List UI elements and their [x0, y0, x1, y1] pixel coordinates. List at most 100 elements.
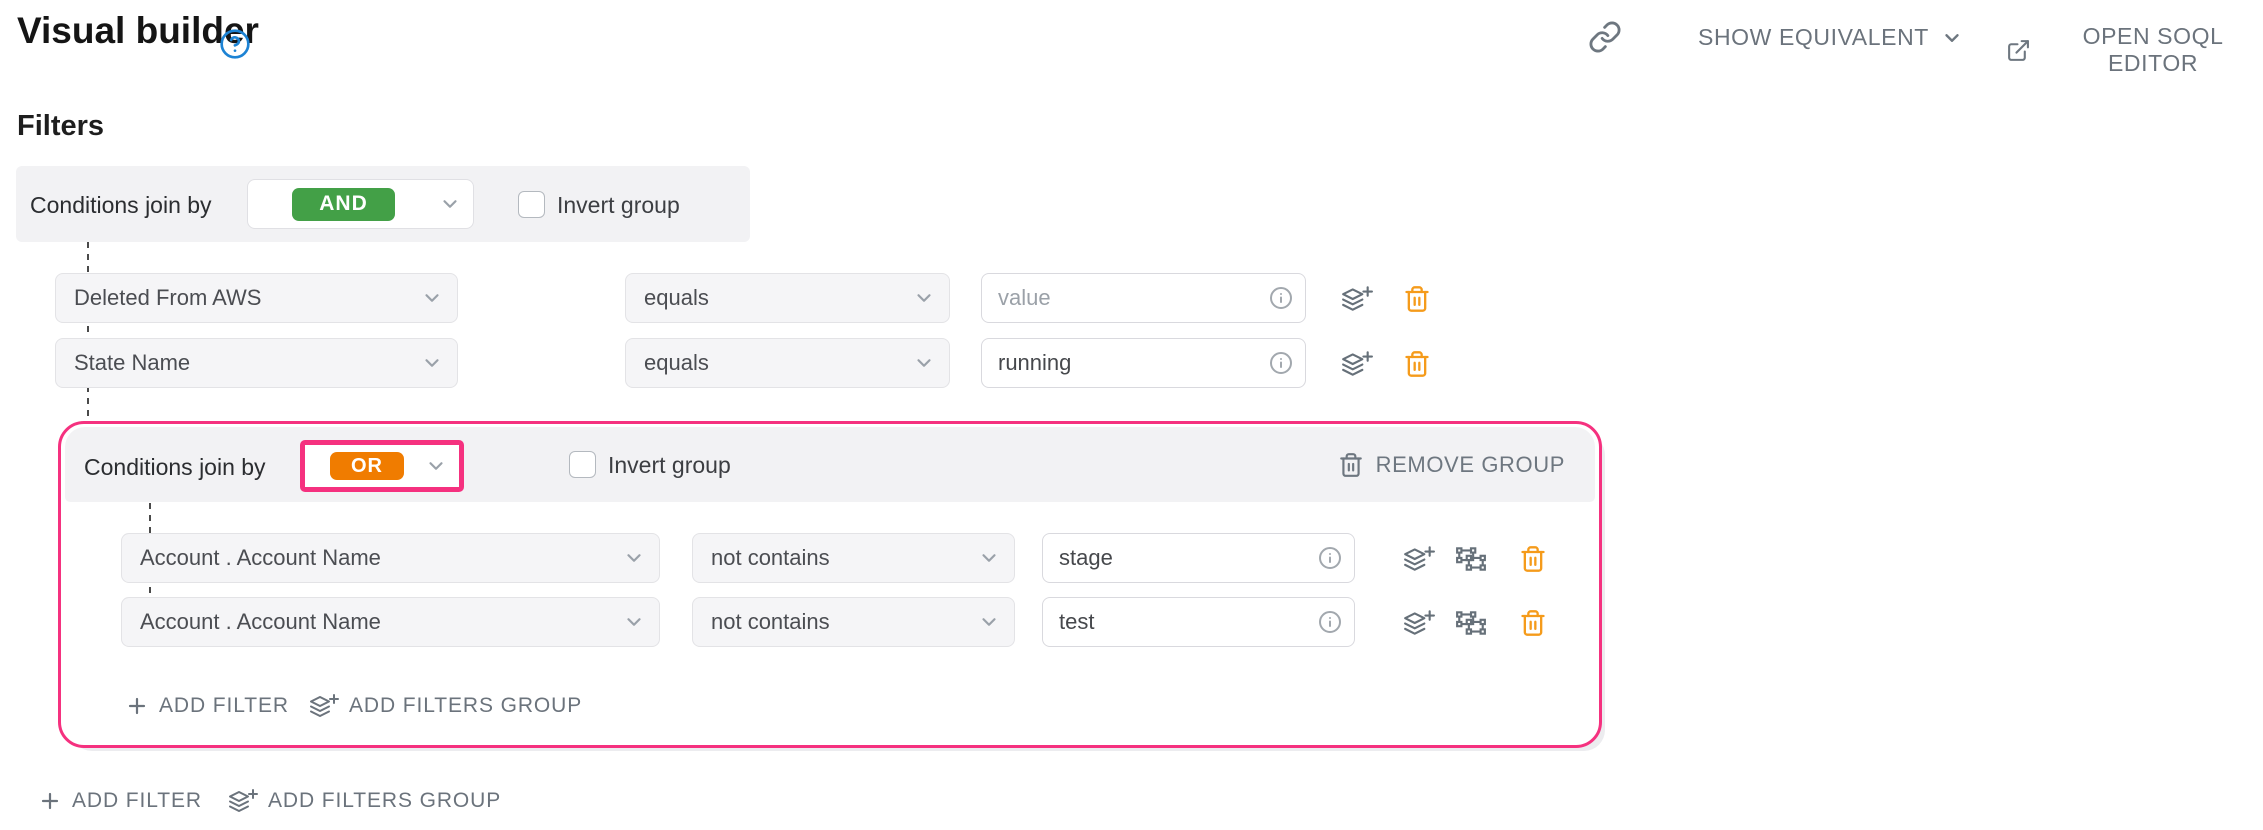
layers-plus-icon [1341, 285, 1373, 313]
or-join-dropdown-highlight: OR [300, 440, 464, 492]
frames-icon [1455, 545, 1487, 573]
value-input-wrapper [981, 338, 1306, 388]
value-input[interactable] [1059, 609, 1318, 635]
and-join-dropdown[interactable]: AND [247, 179, 474, 229]
add-filter-label: ADD FILTER [72, 789, 202, 813]
operator-select[interactable]: equals [625, 273, 950, 323]
field-select-value: Account . Account Name [140, 609, 381, 635]
field-select[interactable]: Account . Account Name [121, 533, 660, 583]
delete-filter-button[interactable] [1516, 542, 1550, 576]
external-link-icon [2006, 37, 2031, 64]
remove-group-label: REMOVE GROUP [1376, 452, 1565, 478]
link-icon [1588, 20, 1622, 54]
show-equivalent-button[interactable]: SHOW EQUIVALENT [1698, 24, 1963, 51]
info-icon[interactable] [1318, 546, 1342, 570]
invert-group-checkbox[interactable] [518, 191, 545, 218]
invert-group-checkbox[interactable] [569, 451, 596, 478]
visual-builder-screen: Visual builder SHOW EQUIVALENT OPEN SOQL… [0, 0, 2263, 830]
show-equivalent-label: SHOW EQUIVALENT [1698, 24, 1929, 51]
add-filters-group-label: ADD FILTERS GROUP [349, 694, 582, 718]
operator-select-value: equals [644, 285, 709, 311]
field-select[interactable]: Deleted From AWS [55, 273, 458, 323]
chevron-down-icon [421, 287, 443, 309]
add-filters-group-button[interactable]: ADD FILTERS GROUP [228, 781, 501, 821]
plus-icon [125, 694, 149, 718]
move-out-of-group-icon[interactable] [1454, 542, 1488, 576]
layers-plus-icon [1341, 350, 1373, 378]
chevron-down-icon [1941, 27, 1963, 49]
field-select-value: State Name [74, 350, 190, 376]
add-filters-group-icon[interactable] [1402, 606, 1436, 640]
add-filters-group-icon[interactable] [1340, 282, 1374, 316]
layers-plus-icon [1403, 545, 1435, 573]
frames-icon [1455, 609, 1487, 637]
layers-plus-icon [309, 693, 339, 719]
delete-filter-button[interactable] [1516, 606, 1550, 640]
nested-filter-group: Conditions join by OR Invert group REMOV… [58, 421, 1602, 748]
filter-row: Account . Account Name not contains [61, 597, 1599, 647]
add-filter-button[interactable]: ADD FILTER [38, 781, 202, 821]
trash-icon [1403, 350, 1431, 378]
layers-plus-icon [228, 788, 258, 814]
layers-plus-icon [1403, 609, 1435, 637]
add-filter-label: ADD FILTER [159, 694, 289, 718]
chevron-down-icon [421, 352, 443, 374]
root-join-bar: Conditions join by AND Invert group [16, 166, 750, 242]
conditions-join-label: Conditions join by [84, 454, 266, 481]
filters-section-title: Filters [17, 110, 104, 143]
field-select[interactable]: State Name [55, 338, 458, 388]
operator-select-value: not contains [711, 609, 830, 635]
info-icon[interactable] [1269, 351, 1293, 375]
filter-row: State Name equals [0, 338, 2263, 388]
value-input[interactable] [998, 285, 1269, 311]
filter-row: Account . Account Name not contains [61, 533, 1599, 583]
operator-select-value: not contains [711, 545, 830, 571]
or-join-dropdown[interactable]: OR [305, 445, 459, 487]
chevron-down-icon [425, 455, 447, 477]
chevron-down-icon [978, 611, 1000, 633]
field-select-value: Account . Account Name [140, 545, 381, 571]
connector-line [87, 242, 89, 422]
value-input-wrapper [1042, 533, 1355, 583]
add-filters-group-button[interactable]: ADD FILTERS GROUP [309, 686, 582, 726]
chevron-down-icon [978, 547, 1000, 569]
and-operator-pill: AND [292, 188, 395, 221]
operator-select[interactable]: equals [625, 338, 950, 388]
help-icon[interactable] [219, 28, 251, 60]
add-filters-group-label: ADD FILTERS GROUP [268, 789, 501, 813]
info-icon[interactable] [1318, 610, 1342, 634]
filter-row: Deleted From AWS equals [0, 273, 2263, 323]
delete-filter-button[interactable] [1400, 347, 1434, 381]
chevron-down-icon [623, 611, 645, 633]
trash-icon [1519, 545, 1547, 573]
value-input[interactable] [1059, 545, 1318, 571]
chevron-down-icon [913, 287, 935, 309]
trash-icon [1403, 285, 1431, 313]
operator-select-value: equals [644, 350, 709, 376]
field-select[interactable]: Account . Account Name [121, 597, 660, 647]
open-soql-editor-label: OPEN SOQL EDITOR [2043, 23, 2263, 77]
copy-link-button[interactable] [1588, 20, 1622, 54]
move-out-of-group-icon[interactable] [1454, 606, 1488, 640]
value-input-wrapper [1042, 597, 1355, 647]
trash-icon [1519, 609, 1547, 637]
nested-join-bar: Conditions join by OR Invert group REMOV… [65, 427, 1595, 502]
operator-select[interactable]: not contains [692, 533, 1015, 583]
conditions-join-label: Conditions join by [30, 192, 212, 219]
add-filters-group-icon[interactable] [1340, 347, 1374, 381]
value-input-wrapper [981, 273, 1306, 323]
add-filters-group-icon[interactable] [1402, 542, 1436, 576]
chevron-down-icon [623, 547, 645, 569]
add-filter-button[interactable]: ADD FILTER [125, 686, 289, 726]
help-circle-icon [219, 28, 251, 60]
field-select-value: Deleted From AWS [74, 285, 261, 311]
open-soql-editor-button[interactable]: OPEN SOQL EDITOR [2006, 23, 2263, 77]
invert-group-label: Invert group [557, 192, 680, 219]
delete-filter-button[interactable] [1400, 282, 1434, 316]
chevron-down-icon [439, 193, 461, 215]
info-icon[interactable] [1269, 286, 1293, 310]
remove-group-button[interactable]: REMOVE GROUP [1338, 427, 1565, 502]
trash-icon [1338, 452, 1364, 478]
operator-select[interactable]: not contains [692, 597, 1015, 647]
value-input[interactable] [998, 350, 1269, 376]
